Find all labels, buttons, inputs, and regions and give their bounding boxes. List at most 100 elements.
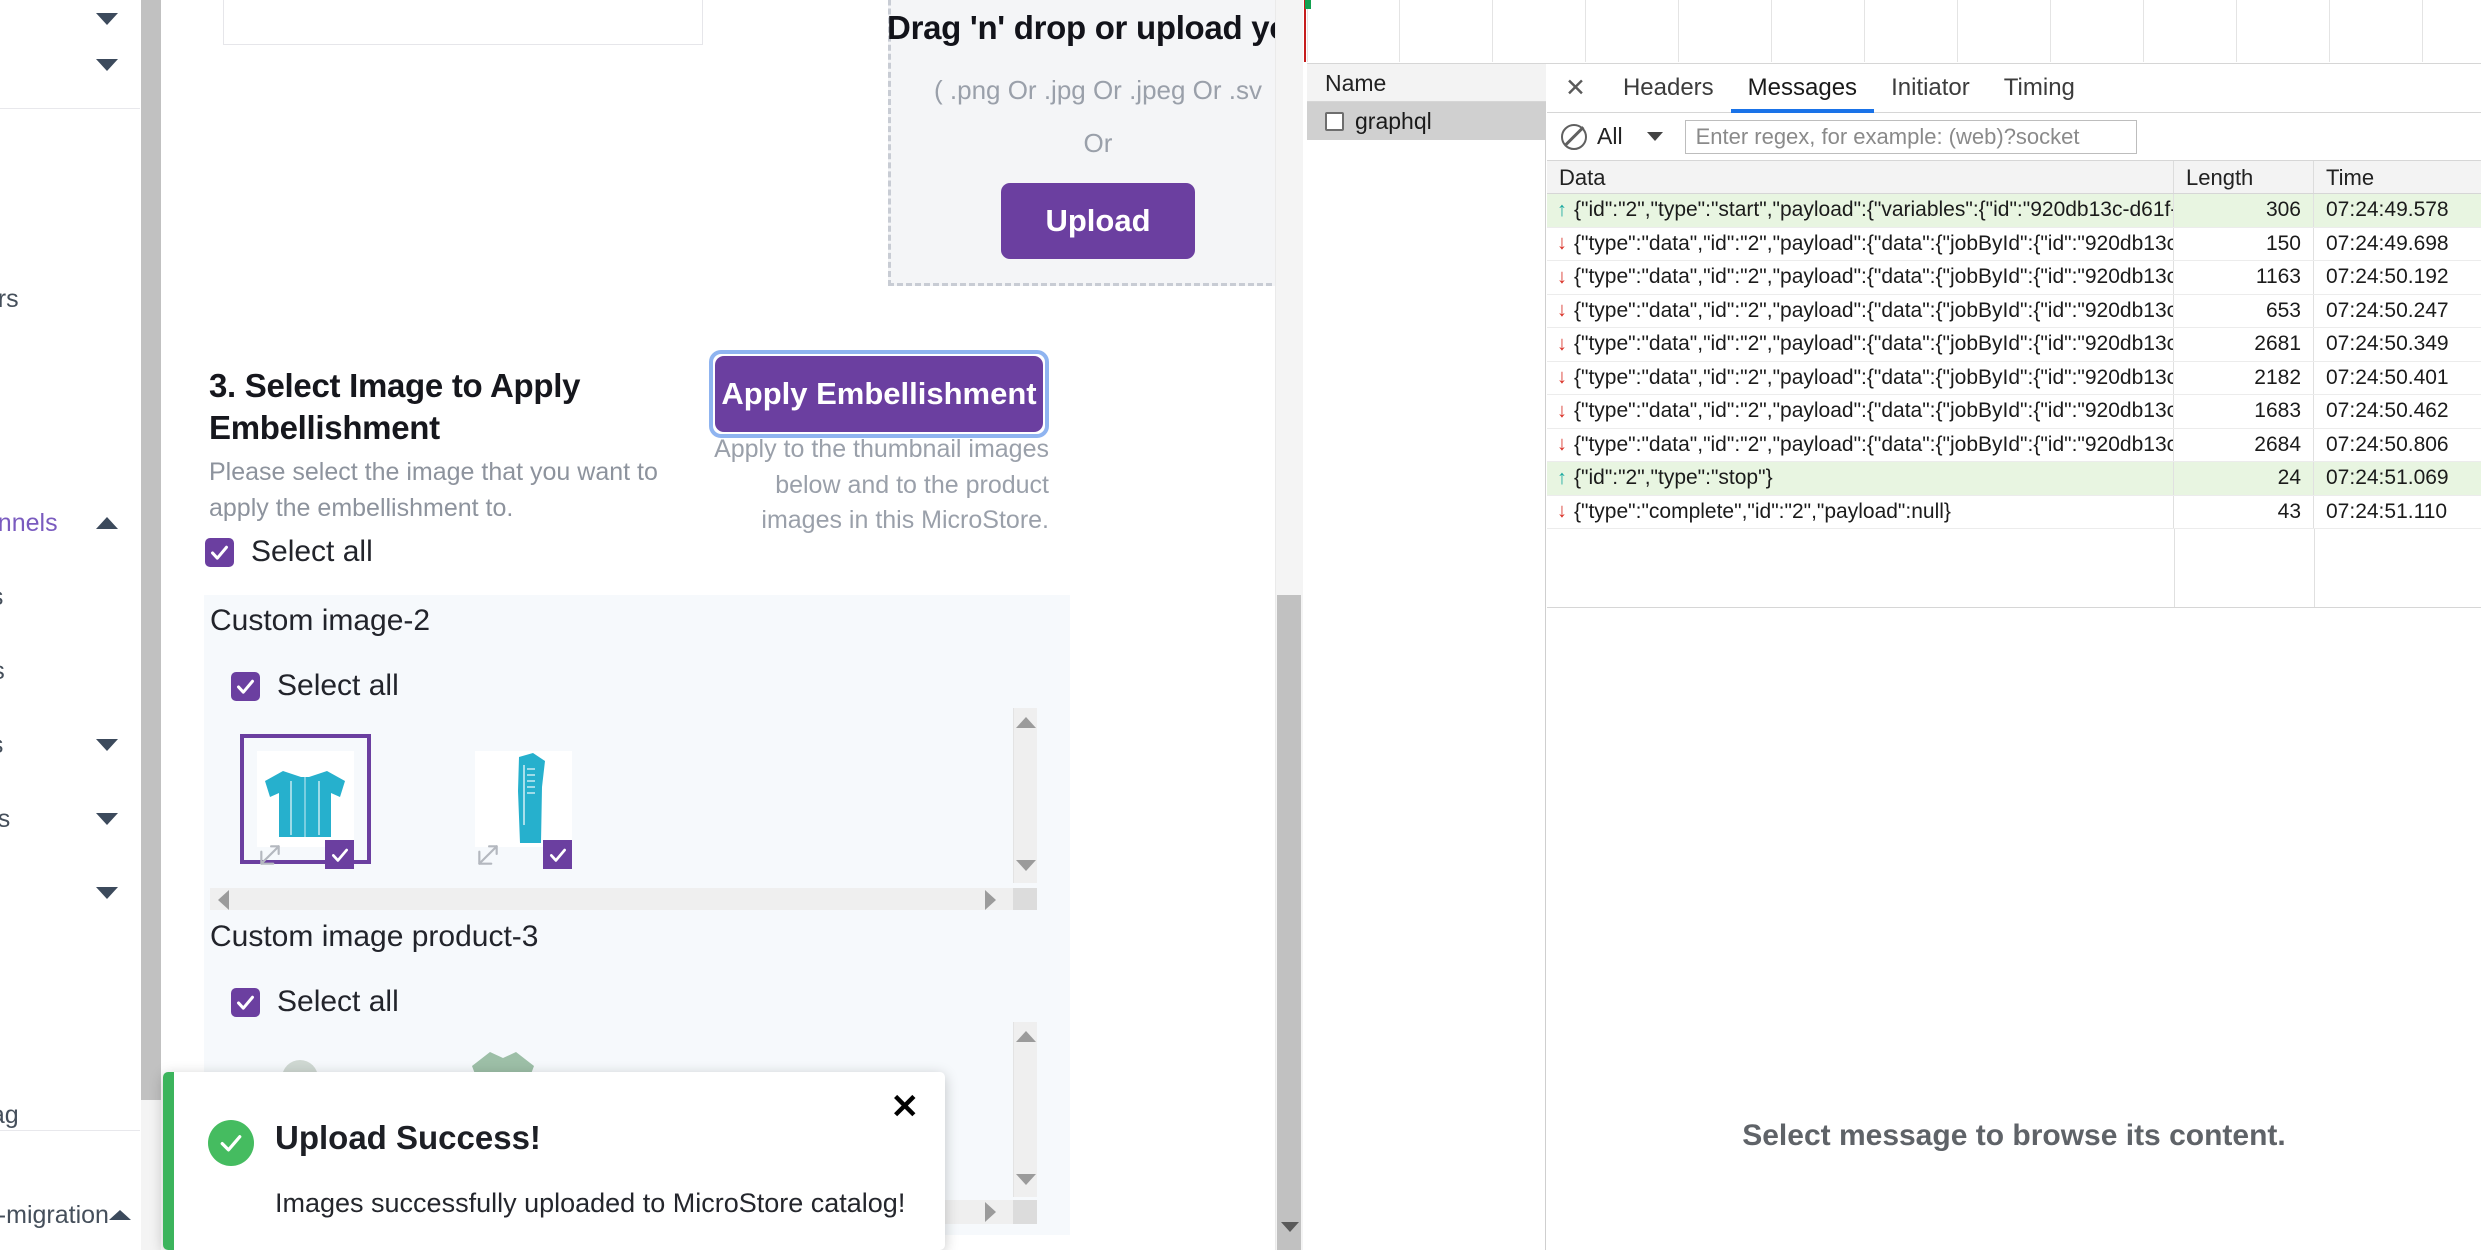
- message-row[interactable]: ↓{"type":"data","id":"2","payload":{"dat…: [1547, 261, 2481, 295]
- thumbnail-image-1[interactable]: [257, 751, 354, 847]
- received-arrow-icon: ↓: [1557, 333, 1567, 356]
- open-external-icon[interactable]: [257, 842, 283, 868]
- message-data: {"id":"2","type":"stop"}: [1574, 466, 1773, 490]
- message-row[interactable]: ↓{"type":"data","id":"2","payload":{"dat…: [1547, 328, 2481, 362]
- toast-accent-bar: [163, 1072, 174, 1250]
- request-name: graphql: [1355, 108, 1432, 135]
- message-row[interactable]: ↓{"type":"data","id":"2","payload":{"dat…: [1547, 228, 2481, 262]
- message-data: {"type":"complete","id":"2","payload":nu…: [1574, 500, 1951, 524]
- checkbox-checked-icon[interactable]: [231, 672, 260, 701]
- column-header-length[interactable]: Length: [2174, 161, 2314, 193]
- sidebar-item-channels[interactable]: hannels: [0, 486, 140, 560]
- apply-embellishment-button[interactable]: Apply Embellishment: [715, 356, 1043, 432]
- scroll-left-icon[interactable]: [218, 890, 229, 910]
- message-time: 07:24:49.698: [2314, 228, 2481, 261]
- scroll-right-icon[interactable]: [985, 1202, 996, 1222]
- column-header-time[interactable]: Time: [2314, 161, 2481, 193]
- open-external-icon[interactable]: [475, 842, 501, 868]
- tab-headers[interactable]: Headers: [1606, 64, 1731, 113]
- message-type-filter-value[interactable]: All: [1597, 123, 1623, 150]
- scroll-down-icon[interactable]: [1016, 1174, 1036, 1185]
- select-all-group-1[interactable]: Select all: [231, 669, 399, 703]
- message-length: 653: [2174, 295, 2314, 328]
- message-row[interactable]: ↓ {"type":"complete","id":"2","payload":n…: [1547, 496, 2481, 530]
- thumbnail-image-2[interactable]: [475, 751, 572, 847]
- sidebar-item-flag[interactable]: Flag: [0, 1078, 140, 1152]
- group-2-vscrollbar-track[interactable]: [1013, 1022, 1037, 1197]
- thumbnail-checkbox-2[interactable]: [543, 840, 572, 869]
- sidebar-item-nts-1[interactable]: nts: [0, 560, 140, 634]
- sidebar-item-label: Flag: [0, 1101, 19, 1130]
- image-dropzone[interactable]: Drag 'n' drop or upload you ( .png Or .j…: [888, 0, 1275, 286]
- sidebar-item-migration[interactable]: nd-migration: [0, 1178, 140, 1250]
- message-row[interactable]: ↑{"id":"2","type":"start","payload":{"va…: [1547, 194, 2481, 228]
- close-icon[interactable]: ✕: [891, 1090, 920, 1124]
- tab-initiator[interactable]: Initiator: [1874, 64, 1987, 113]
- sidebar-item-g[interactable]: g: [0, 856, 140, 930]
- group-1-hscrollbar-track[interactable]: [210, 888, 1013, 912]
- group-1-vscrollbar-track[interactable]: [1013, 708, 1037, 883]
- sidebar-item-ges[interactable]: ges: [0, 782, 140, 856]
- chevron-down-icon[interactable]: [96, 887, 118, 899]
- dropzone-formats: ( .png Or .jpg Or .jpeg Or .sv: [934, 75, 1262, 106]
- regex-filter-input[interactable]: [1685, 120, 2137, 154]
- message-time: 07:24:50.462: [2314, 395, 2481, 428]
- tab-messages[interactable]: Messages: [1731, 64, 1874, 113]
- scroll-up-icon[interactable]: [1016, 1031, 1036, 1042]
- checkbox-checked-icon[interactable]: [231, 988, 260, 1017]
- chevron-down-icon[interactable]: [96, 739, 118, 751]
- sidebar-item-s[interactable]: s: [0, 1004, 140, 1078]
- clear-messages-icon[interactable]: [1561, 124, 1587, 150]
- close-icon[interactable]: ✕: [1547, 76, 1606, 101]
- sidebar-item-res[interactable]: res: [0, 634, 140, 708]
- sidebar-item-uers[interactable]: uers: [0, 262, 140, 336]
- websocket-messages-panel: ✕ Headers Messages Initiator Timing All …: [1547, 64, 2481, 1250]
- received-arrow-icon: ↓: [1557, 433, 1567, 456]
- scroll-up-icon[interactable]: [1016, 717, 1036, 728]
- message-row[interactable]: ↑{"id":"2","type":"stop"} 24 07:24:51.06…: [1547, 462, 2481, 496]
- messages-table-bottom-border: [1547, 607, 2481, 608]
- network-timeline[interactable]: [1307, 0, 2481, 64]
- message-length: 1683: [2174, 395, 2314, 428]
- garment-front-illustration-icon: [257, 751, 354, 847]
- thumbnail-card-2[interactable]: [453, 716, 599, 873]
- chevron-down-icon[interactable]: [96, 813, 118, 825]
- message-row[interactable]: ↓{"type":"data","id":"2","payload":{"dat…: [1547, 429, 2481, 463]
- sidebar-item-ts-1[interactable]: ts: [0, 336, 140, 410]
- sidebar-item-label: nts: [0, 583, 3, 612]
- chevron-up-icon[interactable]: [109, 1210, 131, 1220]
- chevron-down-icon[interactable]: [96, 59, 118, 71]
- section-3-heading: 3. Select Image to Apply Embellishment: [209, 365, 679, 449]
- dropzone-or-label: Or: [1084, 128, 1113, 159]
- sidebar-item-sh[interactable]: sh: [0, 28, 140, 102]
- message-time: 07:24:51.110: [2314, 496, 2481, 529]
- select-all-group-2[interactable]: Select all: [231, 985, 399, 1019]
- page-scroll-down-icon[interactable]: [1281, 1222, 1299, 1232]
- column-header-data[interactable]: Data: [1547, 161, 2174, 193]
- sent-arrow-icon: ↑: [1557, 199, 1567, 222]
- sidebar-scrollbar-thumb[interactable]: [141, 0, 161, 1100]
- scroll-right-icon[interactable]: [985, 890, 996, 910]
- thumbnail-checkbox-1[interactable]: [325, 840, 354, 869]
- upload-button[interactable]: Upload: [1001, 183, 1194, 259]
- received-arrow-icon: ↓: [1557, 500, 1567, 523]
- request-row-graphql[interactable]: graphql: [1307, 102, 1546, 140]
- sidebar-item-ts-2[interactable]: ts: [0, 410, 140, 484]
- page-scrollbar-thumb[interactable]: [1277, 595, 1301, 1250]
- message-row[interactable]: ↓{"type":"data","id":"2","payload":{"dat…: [1547, 362, 2481, 396]
- scroll-down-icon[interactable]: [1016, 860, 1036, 871]
- sidebar-item-nts-2[interactable]: nts: [0, 708, 140, 782]
- chevron-up-icon[interactable]: [96, 517, 118, 529]
- chevron-down-icon[interactable]: [96, 13, 118, 25]
- tab-timing[interactable]: Timing: [1987, 64, 2092, 113]
- select-all-root-label: Select all: [251, 535, 373, 569]
- thumbnail-card-1[interactable]: [235, 716, 381, 873]
- message-row[interactable]: ↓{"type":"data","id":"2","payload":{"dat…: [1547, 395, 2481, 429]
- checkbox-checked-icon[interactable]: [205, 538, 234, 567]
- sidebar-item-ts-3[interactable]: ts: [0, 930, 140, 1004]
- select-all-root[interactable]: Select all: [205, 535, 373, 569]
- message-row[interactable]: ↓{"type":"data","id":"2","payload":{"dat…: [1547, 295, 2481, 329]
- sidebar-item-label: res: [0, 657, 5, 686]
- request-checkbox-icon[interactable]: [1325, 112, 1344, 131]
- chevron-down-icon[interactable]: [1647, 132, 1663, 141]
